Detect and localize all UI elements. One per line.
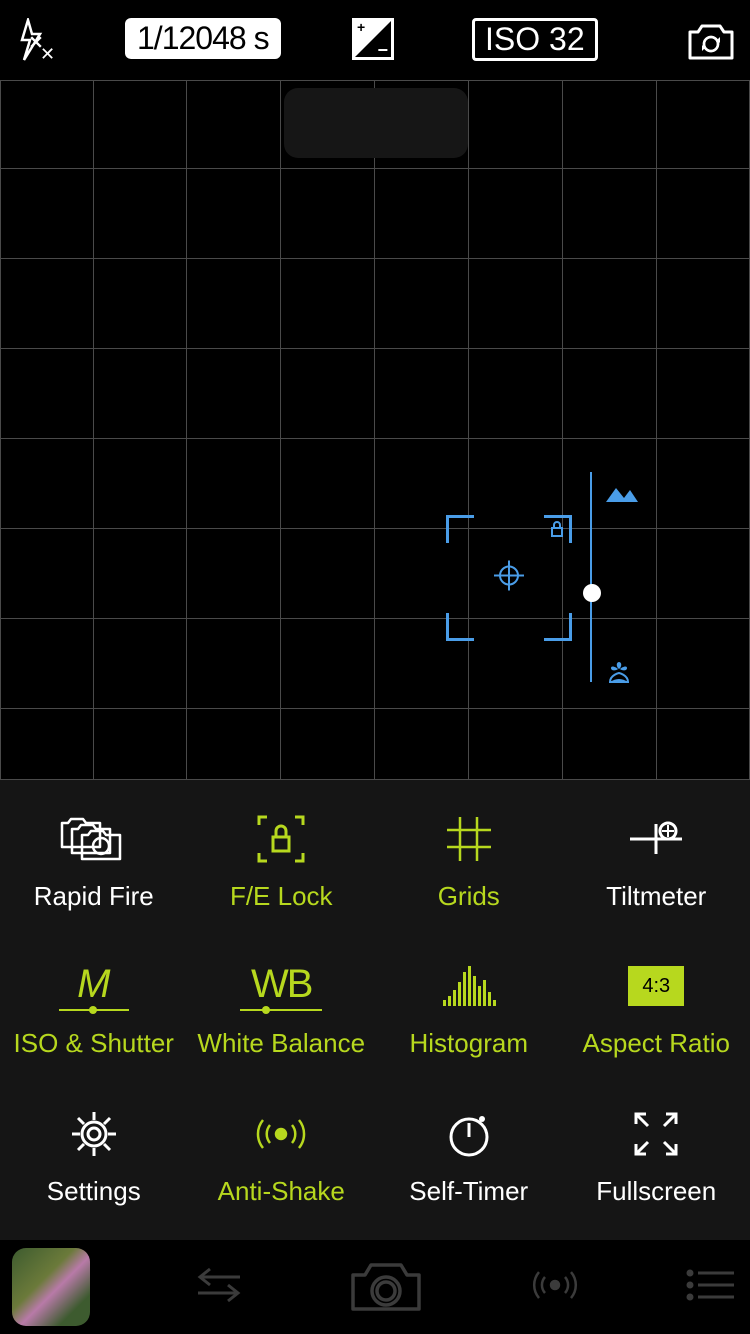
anti-shake-icon bbox=[251, 1106, 311, 1162]
minus-icon: − bbox=[377, 40, 388, 61]
rapid-fire-icon bbox=[58, 811, 130, 867]
menu-list-icon[interactable] bbox=[684, 1267, 738, 1308]
tool-grids[interactable]: Grids bbox=[375, 788, 563, 935]
shutter-speed-readout[interactable]: 1/12048 s bbox=[125, 18, 281, 59]
gear-icon bbox=[68, 1106, 120, 1162]
plus-icon: + bbox=[357, 19, 365, 35]
gridline bbox=[0, 528, 750, 529]
tool-label: Grids bbox=[438, 881, 500, 912]
gridline bbox=[0, 438, 750, 439]
tool-fe-lock[interactable]: F/E Lock bbox=[188, 788, 376, 935]
focus-corner bbox=[446, 515, 474, 543]
crosshair-icon bbox=[494, 561, 524, 596]
tool-fullscreen[interactable]: Fullscreen bbox=[563, 1083, 750, 1230]
tool-tiltmeter[interactable]: Tiltmeter bbox=[563, 788, 750, 935]
gridline bbox=[0, 258, 750, 259]
svg-text:✕: ✕ bbox=[40, 44, 54, 62]
histogram-icon bbox=[439, 958, 499, 1014]
gridline bbox=[186, 80, 187, 780]
notification-overlay bbox=[284, 88, 468, 158]
tools-panel: Rapid Fire F/E Lock Grids bbox=[0, 780, 750, 1240]
tool-settings[interactable]: Settings bbox=[0, 1083, 188, 1230]
bottom-bar bbox=[0, 1240, 750, 1334]
tool-label: Anti-Shake bbox=[218, 1176, 345, 1207]
iso-readout[interactable]: ISO 32 bbox=[472, 18, 598, 61]
tool-label: F/E Lock bbox=[230, 881, 333, 912]
focus-corner bbox=[446, 613, 474, 641]
gridline bbox=[374, 80, 375, 780]
tool-self-timer[interactable]: Self-Timer bbox=[375, 1083, 563, 1230]
tool-rapid-fire[interactable]: Rapid Fire bbox=[0, 788, 188, 935]
timer-icon bbox=[444, 1106, 494, 1162]
top-bar: ✕ 1/12048 s + − ISO 32 bbox=[0, 0, 750, 80]
tool-label: ISO & Shutter bbox=[14, 1028, 174, 1059]
tool-histogram[interactable]: Histogram bbox=[375, 935, 563, 1082]
aspect-ratio-icon: 4:3 bbox=[628, 958, 684, 1014]
gridline bbox=[0, 80, 1, 780]
gallery-thumbnail[interactable] bbox=[12, 1248, 90, 1326]
switch-camera-icon[interactable] bbox=[686, 20, 736, 67]
exposure-compensation-icon[interactable]: + − bbox=[352, 18, 394, 60]
tool-white-balance[interactable]: WB White Balance bbox=[188, 935, 376, 1082]
tool-label: Histogram bbox=[410, 1028, 528, 1059]
tool-iso-shutter[interactable]: M ISO & Shutter bbox=[0, 935, 188, 1082]
stabilization-icon[interactable] bbox=[527, 1265, 583, 1310]
gridline bbox=[0, 168, 750, 169]
focus-corner bbox=[544, 613, 572, 641]
shutter-button[interactable] bbox=[347, 1255, 425, 1320]
gridline bbox=[0, 348, 750, 349]
gridline bbox=[468, 80, 469, 780]
macro-focus-icon[interactable] bbox=[606, 658, 632, 689]
flash-off-icon[interactable]: ✕ bbox=[14, 18, 54, 67]
tool-label: Settings bbox=[47, 1176, 141, 1207]
focus-slider-knob[interactable] bbox=[583, 584, 601, 602]
tool-label: Self-Timer bbox=[409, 1176, 528, 1207]
manual-mode-icon: M bbox=[59, 958, 129, 1014]
gridline bbox=[0, 80, 750, 81]
aspect-ratio-value: 4:3 bbox=[628, 966, 684, 1006]
gridline bbox=[562, 80, 563, 780]
landscape-focus-icon[interactable] bbox=[604, 484, 640, 509]
tool-anti-shake[interactable]: Anti-Shake bbox=[188, 1083, 376, 1230]
lock-icon bbox=[550, 521, 564, 542]
swap-mode-icon[interactable] bbox=[192, 1265, 246, 1310]
tool-aspect-ratio[interactable]: 4:3 Aspect Ratio bbox=[563, 935, 750, 1082]
white-balance-icon: WB bbox=[240, 958, 322, 1014]
camera-viewfinder[interactable] bbox=[0, 80, 750, 780]
tool-label: Rapid Fire bbox=[34, 881, 154, 912]
tiltmeter-icon bbox=[626, 811, 686, 867]
tool-label: Aspect Ratio bbox=[583, 1028, 730, 1059]
focus-reticle[interactable] bbox=[446, 515, 572, 641]
fe-lock-icon bbox=[253, 811, 309, 867]
fullscreen-icon bbox=[630, 1106, 682, 1162]
gridline bbox=[656, 80, 657, 780]
focus-slider-track[interactable] bbox=[590, 472, 592, 682]
gridline bbox=[93, 80, 94, 780]
tool-label: Fullscreen bbox=[596, 1176, 716, 1207]
grid-icon bbox=[443, 811, 495, 867]
gridline bbox=[280, 80, 281, 780]
tool-label: Tiltmeter bbox=[606, 881, 706, 912]
gridline bbox=[0, 618, 750, 619]
tool-label: White Balance bbox=[197, 1028, 365, 1059]
gridline bbox=[0, 708, 750, 709]
